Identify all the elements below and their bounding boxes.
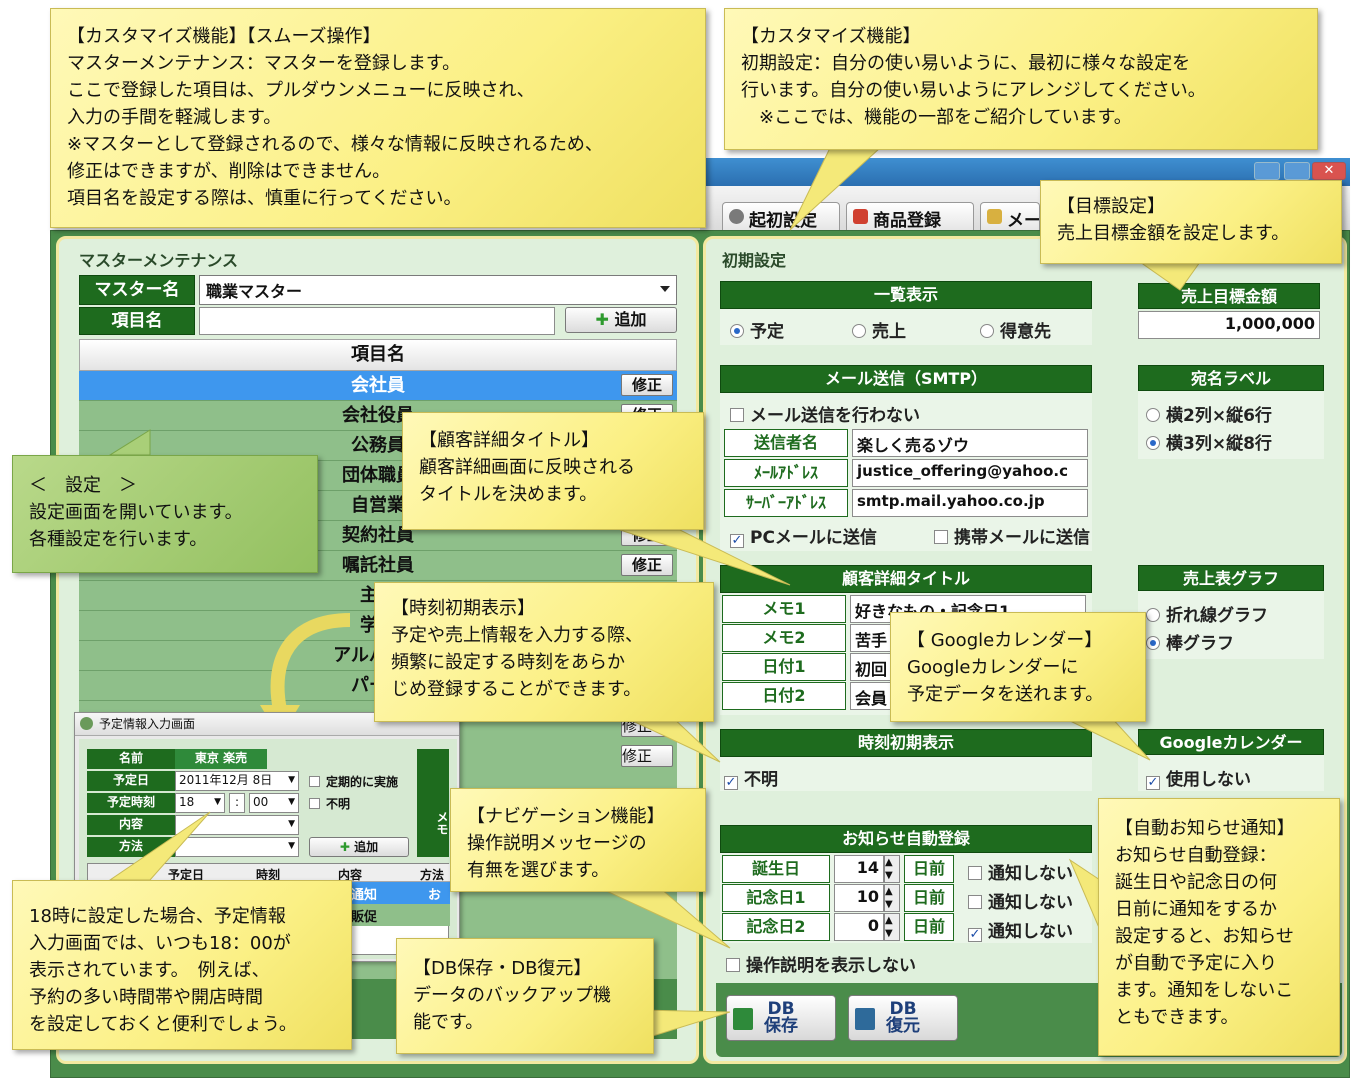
callout-settings-open: ＜ 設定 ＞ 設定画面を開いています。 各種設定を行います。 xyxy=(12,455,318,573)
callout-db: 【DB保存・DB復元】 データのバックアップ機 能です。 xyxy=(396,938,654,1054)
callout-customer-title: 【顧客詳細タイトル】 顧客詳細画面に反映される タイトルを決めます。 xyxy=(402,412,704,530)
callout-time-example: 18時に設定した場合、予定情報 入力画面では、いつも18：00が 表示されていま… xyxy=(12,880,352,1050)
callout-time-init: 【時刻初期表示】 予定や売上情報を入力する際、 頻繁に設定する時刻をあらか じめ… xyxy=(374,582,714,722)
callout-customize-master: 【カスタマイズ機能】【スムーズ操作】 マスターメンテナンス：マスターを登録します… xyxy=(50,8,706,228)
callout-customize-init: 【カスタマイズ機能】 初期設定：自分の使い易いように、最初に様々な設定を 行いま… xyxy=(724,8,1318,150)
callout-google: 【 Googleカレンダー】 Googleカレンダーに 予定データを送れます。 xyxy=(890,612,1146,722)
callout-auto-notify: 【自動お知らせ通知】 お知らせ自動登録： 誕生日や記念日の何 日前に通知をするか… xyxy=(1098,798,1340,1056)
callout-navigation: 【ナビゲーション機能】 操作説明メッセージの 有無を選びます。 xyxy=(450,788,706,892)
callout-target: 【目標設定】 売上目標金額を設定します。 xyxy=(1040,180,1342,264)
